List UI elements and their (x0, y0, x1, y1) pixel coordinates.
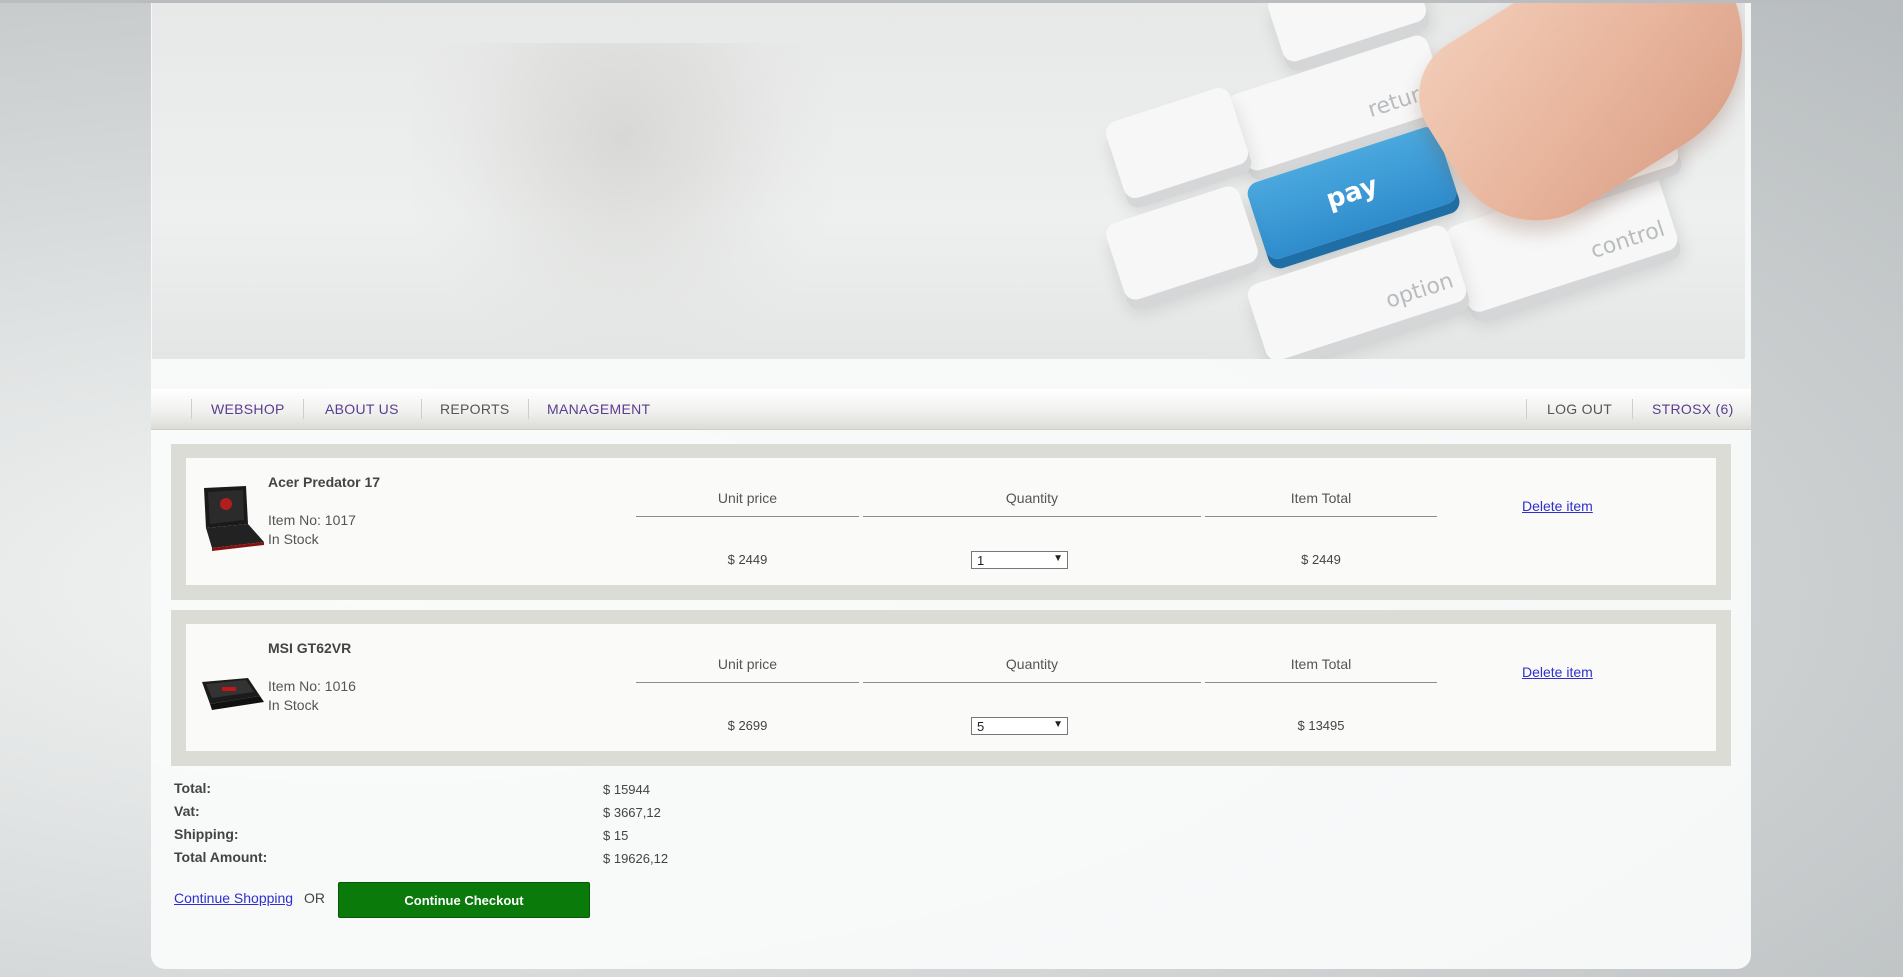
quantity-header: Quantity (863, 656, 1201, 683)
delete-item-link[interactable]: Delete item (1522, 498, 1593, 514)
banner-key-label: pay (1322, 170, 1382, 216)
nav-separator (528, 399, 529, 419)
product-item-number: Item No: 1016 (268, 678, 356, 694)
total-amount-label: Total Amount: (174, 849, 268, 865)
nav-separator (421, 399, 422, 419)
header-banner: return pay control option (152, 3, 1745, 359)
vat-label: Vat: (174, 803, 200, 819)
item-total-value: $ 2449 (1301, 552, 1341, 567)
shipping-value: $ 15 (603, 828, 629, 843)
product-name: MSI GT62VR (268, 640, 352, 656)
quantity-select[interactable]: 5 ▼ (971, 717, 1068, 735)
product-name: Acer Predator 17 (268, 474, 381, 490)
total-label: Total: (174, 780, 212, 796)
item-total-header: Item Total (1205, 656, 1437, 683)
nav-separator (303, 399, 304, 419)
quantity-header: Quantity (863, 490, 1201, 517)
delete-item-link[interactable]: Delete item (1522, 664, 1593, 680)
quantity-value: 5 (977, 719, 985, 734)
or-text: OR (304, 890, 325, 906)
nav-separator (1632, 399, 1633, 419)
total-amount-value: $ 19626,12 (603, 851, 669, 866)
quantity-value: 1 (977, 553, 985, 568)
nav-reports[interactable]: REPORTS (440, 389, 510, 429)
dropdown-arrow-icon: ▼ (1053, 553, 1063, 564)
laptop-thumbnail (202, 678, 264, 710)
banner-key-label: option (1382, 268, 1457, 314)
cart-item-inner: MSI GT62VR Item No: 1016 In Stock Unit p… (186, 624, 1716, 751)
laptop-thumbnail (204, 486, 264, 551)
nav-separator (191, 399, 192, 419)
cart-item: Acer Predator 17 Item No: 1017 In Stock … (171, 444, 1731, 600)
unit-price-value: $ 2699 (727, 718, 768, 733)
continue-shopping-link[interactable]: Continue Shopping (174, 890, 293, 906)
main-nav: WEBSHOP ABOUT US REPORTS MANAGEMENT LOG … (151, 389, 1751, 430)
shipping-label: Shipping: (174, 826, 239, 842)
unit-price-header: Unit price (636, 656, 859, 683)
product-stock-status: In Stock (268, 697, 319, 713)
cart-item-inner: Acer Predator 17 Item No: 1017 In Stock … (186, 458, 1716, 585)
product-stock-status: In Stock (268, 531, 319, 547)
vat-value: $ 3667,12 (603, 805, 661, 820)
banner-key-label: control (1587, 216, 1668, 264)
page-container: return pay control option WEBSHOP ABOUT … (151, 3, 1751, 969)
banner-key (1103, 183, 1261, 303)
banner-key (1102, 84, 1252, 202)
nav-management[interactable]: MANAGEMENT (547, 389, 650, 429)
cart-item: MSI GT62VR Item No: 1016 In Stock Unit p… (171, 610, 1731, 766)
unit-price-value: $ 2449 (727, 552, 768, 567)
quantity-select[interactable]: 1 ▼ (971, 551, 1068, 569)
banner-figure (412, 43, 832, 359)
continue-checkout-button[interactable]: Continue Checkout (338, 882, 590, 918)
product-item-number: Item No: 1017 (268, 512, 356, 528)
item-total-header: Item Total (1205, 490, 1437, 517)
nav-about-us[interactable]: ABOUT US (325, 389, 399, 429)
unit-price-header: Unit price (636, 490, 859, 517)
nav-separator (1526, 399, 1527, 419)
item-total-value: $ 13495 (1297, 718, 1345, 733)
nav-log-out[interactable]: LOG OUT (1547, 389, 1612, 429)
nav-webshop[interactable]: WEBSHOP (211, 389, 285, 429)
total-value: $ 15944 (603, 782, 650, 797)
nav-user-account[interactable]: STROSX (6) (1652, 389, 1734, 429)
dropdown-arrow-icon: ▼ (1053, 719, 1063, 730)
